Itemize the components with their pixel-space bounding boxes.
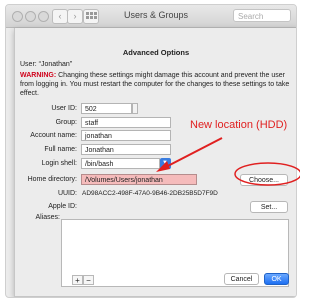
annotation-arrow-head bbox=[156, 161, 170, 172]
annotation-overlay bbox=[156, 137, 300, 186]
annotation-arrow-line bbox=[159, 137, 223, 171]
annotation-circle bbox=[234, 162, 300, 186]
annotation-text: New location (HDD) bbox=[190, 119, 288, 131]
